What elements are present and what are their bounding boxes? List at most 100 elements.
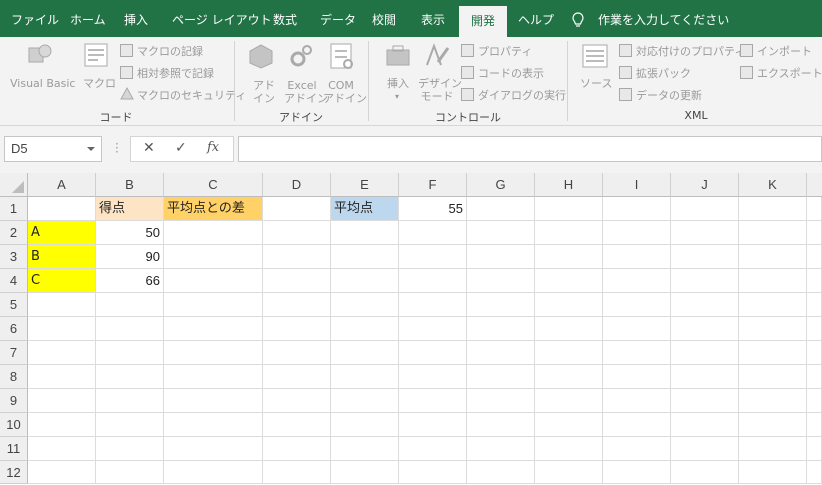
cell-a7[interactable] xyxy=(28,341,96,365)
cell-d8[interactable] xyxy=(263,365,331,389)
column-header-b[interactable]: B xyxy=(96,173,164,197)
relative-reference-button[interactable]: 相対参照で記録 xyxy=(137,67,214,80)
column-header-g[interactable]: G xyxy=(467,173,535,197)
cell-b3[interactable]: 90 xyxy=(96,245,164,269)
cell-i8[interactable] xyxy=(603,365,671,389)
cell-d7[interactable] xyxy=(263,341,331,365)
cell-a10[interactable] xyxy=(28,413,96,437)
cell-a1[interactable] xyxy=(28,197,96,221)
cell-g9[interactable] xyxy=(467,389,535,413)
cell-a2[interactable]: A xyxy=(28,221,96,245)
cancel-icon[interactable]: ✕ xyxy=(143,140,155,156)
tab-page-layout[interactable]: ページ レイアウト xyxy=(172,0,272,37)
cell-l2[interactable] xyxy=(807,221,822,245)
cell-j2[interactable] xyxy=(671,221,739,245)
cell-h10[interactable] xyxy=(535,413,603,437)
cell-e12[interactable] xyxy=(331,461,399,484)
column-header-d[interactable]: D xyxy=(263,173,331,197)
cell-d11[interactable] xyxy=(263,437,331,461)
cell-j10[interactable] xyxy=(671,413,739,437)
cell-a4[interactable]: C xyxy=(28,269,96,293)
cell-h12[interactable] xyxy=(535,461,603,484)
cell-f5[interactable] xyxy=(399,293,467,317)
cell-d6[interactable] xyxy=(263,317,331,341)
cell-c12[interactable] xyxy=(164,461,263,484)
row-header-5[interactable]: 5 xyxy=(0,293,28,317)
cell-h3[interactable] xyxy=(535,245,603,269)
cell-g5[interactable] xyxy=(467,293,535,317)
cell-b4[interactable]: 66 xyxy=(96,269,164,293)
cell-d10[interactable] xyxy=(263,413,331,437)
cell-l5[interactable] xyxy=(807,293,822,317)
cell-c4[interactable] xyxy=(164,269,263,293)
cell-g2[interactable] xyxy=(467,221,535,245)
refresh-data-button[interactable]: データの更新 xyxy=(636,89,702,102)
cell-h11[interactable] xyxy=(535,437,603,461)
column-header-e[interactable]: E xyxy=(331,173,399,197)
cell-i1[interactable] xyxy=(603,197,671,221)
cell-i4[interactable] xyxy=(603,269,671,293)
cell-e2[interactable] xyxy=(331,221,399,245)
cell-e1[interactable]: 平均点 xyxy=(331,197,399,221)
cell-l3[interactable] xyxy=(807,245,822,269)
cell-e4[interactable] xyxy=(331,269,399,293)
cell-h2[interactable] xyxy=(535,221,603,245)
cell-f7[interactable] xyxy=(399,341,467,365)
cell-k1[interactable] xyxy=(739,197,807,221)
formula-bar-grip[interactable]: · · · xyxy=(115,138,119,158)
column-header-j[interactable]: J xyxy=(671,173,739,197)
select-all-button[interactable] xyxy=(0,173,28,197)
cell-h9[interactable] xyxy=(535,389,603,413)
row-header-8[interactable]: 8 xyxy=(0,365,28,389)
cell-e7[interactable] xyxy=(331,341,399,365)
cell-b5[interactable] xyxy=(96,293,164,317)
cell-d1[interactable] xyxy=(263,197,331,221)
cell-a5[interactable] xyxy=(28,293,96,317)
cell-j6[interactable] xyxy=(671,317,739,341)
cell-j8[interactable] xyxy=(671,365,739,389)
cell-l9[interactable] xyxy=(807,389,822,413)
cell-d5[interactable] xyxy=(263,293,331,317)
cell-e10[interactable] xyxy=(331,413,399,437)
cell-c8[interactable] xyxy=(164,365,263,389)
cell-c7[interactable] xyxy=(164,341,263,365)
cell-b8[interactable] xyxy=(96,365,164,389)
cell-i3[interactable] xyxy=(603,245,671,269)
cell-h7[interactable] xyxy=(535,341,603,365)
column-header-k[interactable]: K xyxy=(739,173,807,197)
properties-button[interactable]: プロパティ xyxy=(478,45,532,58)
column-header-l[interactable] xyxy=(807,173,822,197)
formula-input[interactable] xyxy=(238,136,822,162)
cell-i5[interactable] xyxy=(603,293,671,317)
row-header-7[interactable]: 7 xyxy=(0,341,28,365)
cell-j1[interactable] xyxy=(671,197,739,221)
cell-g10[interactable] xyxy=(467,413,535,437)
cell-c3[interactable] xyxy=(164,245,263,269)
cell-b6[interactable] xyxy=(96,317,164,341)
cell-k7[interactable] xyxy=(739,341,807,365)
cell-k2[interactable] xyxy=(739,221,807,245)
cell-a9[interactable] xyxy=(28,389,96,413)
tab-data[interactable]: データ xyxy=(320,0,356,37)
cell-b1[interactable]: 得点 xyxy=(96,197,164,221)
cell-g8[interactable] xyxy=(467,365,535,389)
cell-f9[interactable] xyxy=(399,389,467,413)
row-header-1[interactable]: 1 xyxy=(0,197,28,221)
cell-d3[interactable] xyxy=(263,245,331,269)
macro-button[interactable]: マクロ xyxy=(83,77,116,90)
cell-l7[interactable] xyxy=(807,341,822,365)
tab-formulas[interactable]: 数式 xyxy=(273,0,297,37)
expansion-packs-button[interactable]: 拡張パック xyxy=(636,67,691,80)
cell-f10[interactable] xyxy=(399,413,467,437)
cell-b10[interactable] xyxy=(96,413,164,437)
cell-f4[interactable] xyxy=(399,269,467,293)
cell-j12[interactable] xyxy=(671,461,739,484)
row-header-2[interactable]: 2 xyxy=(0,221,28,245)
cell-a6[interactable] xyxy=(28,317,96,341)
tell-me-search[interactable]: 作業を入力してください xyxy=(598,0,729,37)
cell-h5[interactable] xyxy=(535,293,603,317)
cell-f1[interactable]: 55 xyxy=(399,197,467,221)
cell-k10[interactable] xyxy=(739,413,807,437)
cell-f8[interactable] xyxy=(399,365,467,389)
cell-c6[interactable] xyxy=(164,317,263,341)
